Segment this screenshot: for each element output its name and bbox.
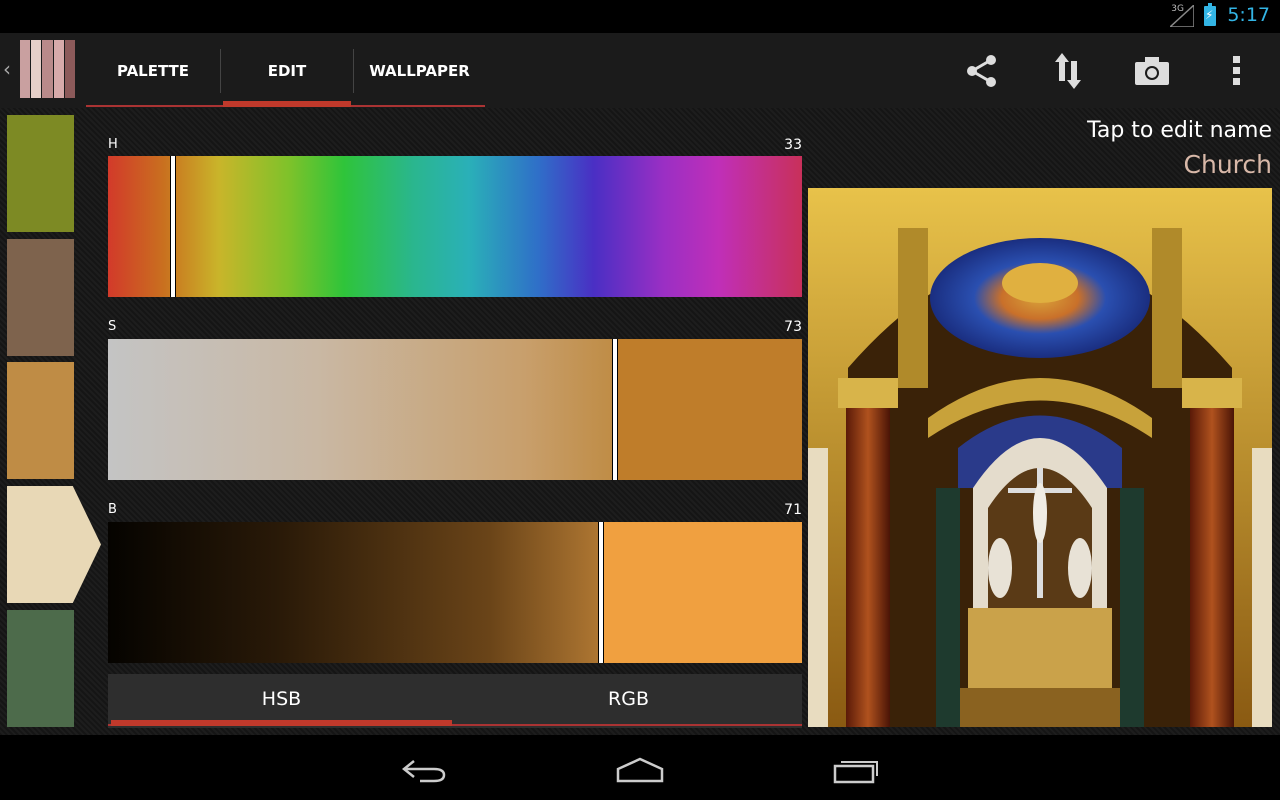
brightness-value: 71 bbox=[784, 502, 802, 518]
palette-swatch[interactable] bbox=[7, 486, 101, 603]
tab-selected-indicator bbox=[223, 101, 351, 107]
app-icon-stripe bbox=[20, 40, 31, 98]
app-icon-stripe bbox=[42, 40, 53, 98]
mode-hsb-button[interactable]: HSB bbox=[108, 674, 455, 724]
status-bar: 3G 5:17 bbox=[0, 0, 1280, 33]
home-icon[interactable] bbox=[612, 753, 668, 787]
share-icon[interactable] bbox=[962, 51, 1002, 91]
sort-icon[interactable] bbox=[1048, 51, 1088, 91]
saturation-slider-thumb[interactable] bbox=[612, 339, 618, 480]
battery-charging-icon bbox=[1204, 3, 1216, 26]
overflow-menu-icon[interactable] bbox=[1217, 51, 1257, 91]
palette-swatch-selected[interactable] bbox=[7, 362, 74, 479]
palette-swatch[interactable] bbox=[7, 115, 74, 232]
saturation-slider[interactable] bbox=[108, 339, 802, 480]
signal-icon bbox=[1170, 5, 1194, 27]
color-mode-toggle: HSB RGB bbox=[108, 674, 802, 728]
hue-slider[interactable] bbox=[108, 156, 802, 297]
mode-selected-indicator bbox=[111, 720, 452, 726]
action-bar: ‹ PALETTE EDIT WALLPAPER bbox=[0, 33, 1280, 108]
tab-wallpaper[interactable]: WALLPAPER bbox=[354, 33, 485, 108]
tab-edit[interactable]: EDIT bbox=[221, 33, 353, 108]
camera-icon[interactable] bbox=[1132, 51, 1172, 91]
app-icon-stripe bbox=[64, 40, 76, 98]
palette-name[interactable]: Church bbox=[1184, 150, 1272, 179]
status-time: 5:17 bbox=[1227, 4, 1270, 26]
up-caret-icon[interactable]: ‹ bbox=[3, 57, 11, 81]
app-icon-stripe bbox=[31, 40, 42, 98]
back-icon[interactable] bbox=[396, 753, 452, 787]
brightness-label: B bbox=[108, 502, 117, 517]
edit-panel: H 33 S 73 B 71 HSB RGB Tap to edit name … bbox=[0, 108, 1280, 735]
palette-swatch[interactable] bbox=[7, 610, 74, 727]
brightness-remaining-fill bbox=[601, 522, 802, 663]
brightness-slider-thumb[interactable] bbox=[598, 522, 604, 663]
recent-apps-icon[interactable] bbox=[829, 753, 885, 787]
saturation-value: 73 bbox=[784, 319, 802, 335]
tab-palette[interactable]: PALETTE bbox=[86, 33, 220, 108]
palette-swatch[interactable] bbox=[7, 239, 74, 356]
source-photo[interactable] bbox=[808, 188, 1272, 727]
app-icon[interactable] bbox=[20, 40, 76, 98]
brightness-slider[interactable] bbox=[108, 522, 802, 663]
app-icon-stripe bbox=[53, 40, 64, 98]
hue-label: H bbox=[108, 137, 118, 152]
saturation-label: S bbox=[108, 319, 117, 334]
hue-value: 33 bbox=[784, 137, 802, 153]
edit-name-hint[interactable]: Tap to edit name bbox=[1087, 118, 1272, 143]
saturation-remaining-fill bbox=[615, 339, 802, 480]
hue-slider-thumb[interactable] bbox=[170, 156, 176, 297]
mode-rgb-button[interactable]: RGB bbox=[455, 674, 802, 724]
navigation-bar bbox=[0, 735, 1280, 800]
